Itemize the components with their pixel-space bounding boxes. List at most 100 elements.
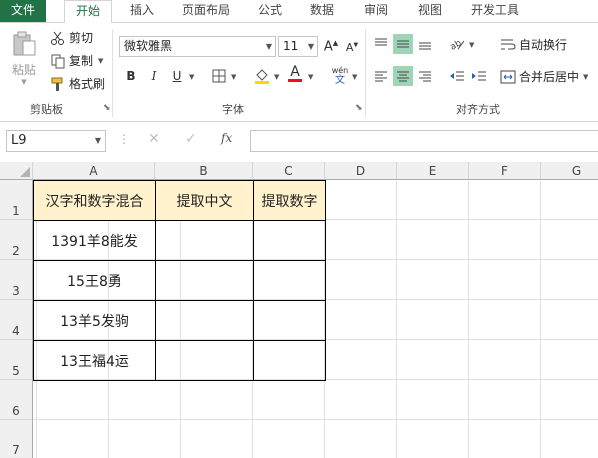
decrease-indent-button[interactable] bbox=[447, 66, 467, 86]
column-header-d[interactable]: D bbox=[325, 162, 397, 180]
grow-font-button[interactable]: A▲ bbox=[321, 37, 341, 57]
cell-a1[interactable]: 汉字和数字混合 bbox=[33, 180, 156, 221]
column-header-b[interactable]: B bbox=[155, 162, 253, 180]
font-color-dropdown-icon[interactable]: ▼ bbox=[308, 73, 313, 81]
align-middle-button[interactable] bbox=[393, 34, 413, 54]
paste-dropdown-caret[interactable]: ▼ bbox=[21, 78, 26, 86]
formula-input[interactable] bbox=[250, 130, 598, 152]
tab-data[interactable]: 数据 bbox=[302, 0, 342, 22]
row-header-7[interactable]: 7 bbox=[0, 420, 33, 458]
cell-b3[interactable] bbox=[155, 260, 254, 301]
phonetic-dropdown-icon[interactable]: ▼ bbox=[352, 73, 357, 81]
shrink-font-button[interactable]: A▼ bbox=[342, 37, 362, 57]
tab-review[interactable]: 审阅 bbox=[356, 0, 396, 22]
row-header-2[interactable]: 2 bbox=[0, 220, 33, 260]
font-name-dropdown-icon: ▼ bbox=[265, 42, 272, 51]
copy-button[interactable]: 复制 ▼ bbox=[50, 52, 103, 69]
borders-button[interactable] bbox=[209, 66, 229, 86]
font-size-select[interactable]: 11 ▼ bbox=[278, 36, 318, 57]
bold-button[interactable]: B bbox=[121, 66, 141, 86]
align-center-button[interactable] bbox=[393, 66, 413, 86]
formula-bar-grip-icon: ⋮ bbox=[118, 132, 130, 146]
formula-bar: L9 ▼ ⋮ ✕ ✓ fx bbox=[0, 122, 598, 158]
cell-b5[interactable] bbox=[155, 340, 254, 381]
insert-function-button[interactable]: fx bbox=[221, 131, 232, 145]
enter-icon[interactable]: ✓ bbox=[185, 131, 197, 147]
clipboard-launcher-icon[interactable]: ⬊ bbox=[103, 103, 111, 113]
select-all-icon bbox=[20, 167, 30, 177]
name-box-value: L9 bbox=[11, 133, 27, 148]
orientation-button[interactable]: ab bbox=[447, 34, 467, 54]
align-left-button[interactable] bbox=[371, 66, 391, 86]
tab-formulas[interactable]: 公式 bbox=[250, 0, 290, 22]
cell-c2[interactable] bbox=[253, 220, 326, 261]
row-header-label: 5 bbox=[12, 364, 20, 378]
cell-b1[interactable]: 提取中文 bbox=[155, 180, 254, 221]
borders-dropdown-icon[interactable]: ▼ bbox=[231, 73, 236, 81]
cell-a4[interactable]: 13羊5发驹 bbox=[33, 300, 156, 341]
merge-center-button[interactable]: 合并后居中 ▼ bbox=[500, 68, 588, 85]
fill-color-button[interactable] bbox=[252, 66, 272, 86]
align-middle-icon bbox=[397, 40, 409, 48]
name-box[interactable]: L9 ▼ bbox=[6, 130, 106, 152]
tab-file[interactable]: 文件 bbox=[0, 0, 46, 22]
cell-c3[interactable] bbox=[253, 260, 326, 301]
merge-center-icon bbox=[500, 70, 516, 83]
underline-button[interactable]: U bbox=[167, 66, 187, 86]
tab-insert[interactable]: 插入 bbox=[120, 0, 164, 22]
wrap-text-label: 自动换行 bbox=[519, 38, 568, 52]
orientation-dropdown-icon[interactable]: ▼ bbox=[469, 41, 474, 49]
cell-b4[interactable] bbox=[155, 300, 254, 341]
increase-indent-icon bbox=[472, 71, 486, 81]
cell-c1[interactable]: 提取数字 bbox=[253, 180, 326, 221]
copy-dropdown-caret[interactable]: ▼ bbox=[98, 57, 103, 65]
paste-button[interactable]: 粘贴 ▼ bbox=[8, 31, 40, 86]
tab-home[interactable]: 开始 bbox=[64, 0, 112, 23]
cell-c5[interactable] bbox=[253, 340, 326, 381]
select-all-corner[interactable] bbox=[0, 162, 33, 180]
row-header-6[interactable]: 6 bbox=[0, 380, 33, 420]
spreadsheet-grid[interactable]: A B C D E F G 1 2 3 4 5 6 7 汉字和数字混合 提取中文… bbox=[0, 162, 598, 458]
cut-button[interactable]: 剪切 bbox=[50, 29, 93, 46]
column-header-a[interactable]: A bbox=[33, 162, 155, 180]
align-right-button[interactable] bbox=[415, 66, 435, 86]
paste-label: 粘贴 bbox=[11, 63, 36, 77]
phonetic-guide-button[interactable]: wén 文 bbox=[330, 63, 350, 89]
align-bottom-icon bbox=[419, 42, 431, 50]
tab-developer[interactable]: 开发工具 bbox=[464, 0, 526, 22]
font-launcher-icon[interactable]: ⬊ bbox=[355, 103, 363, 113]
format-painter-button[interactable]: 格式刷 bbox=[50, 75, 105, 92]
font-size-value: 11 bbox=[283, 39, 299, 53]
row-header-5[interactable]: 5 bbox=[0, 340, 33, 380]
cell-a3[interactable]: 15王8勇 bbox=[33, 260, 156, 301]
fill-color-dropdown-icon[interactable]: ▼ bbox=[274, 73, 279, 81]
font-name-select[interactable]: 微软雅黑 ▼ bbox=[119, 36, 276, 57]
column-header-e[interactable]: E bbox=[397, 162, 469, 180]
merge-dropdown-icon[interactable]: ▼ bbox=[583, 73, 588, 81]
ribbon-tab-bar: 文件 开始 插入 页面布局 公式 数据 审阅 视图 开发工具 bbox=[0, 0, 598, 23]
row-header-label: 4 bbox=[12, 324, 20, 338]
row-header-1[interactable]: 1 bbox=[0, 180, 33, 220]
cell-a2[interactable]: 1391羊8能发 bbox=[33, 220, 156, 261]
align-bottom-button[interactable] bbox=[415, 34, 435, 54]
underline-dropdown-icon[interactable]: ▼ bbox=[189, 73, 194, 81]
cancel-icon[interactable]: ✕ bbox=[148, 131, 160, 147]
column-header-c[interactable]: C bbox=[253, 162, 325, 180]
column-header-g[interactable]: G bbox=[541, 162, 598, 180]
increase-indent-button[interactable] bbox=[469, 66, 489, 86]
font-group-label: 字体 bbox=[222, 103, 244, 116]
row-header-4[interactable]: 4 bbox=[0, 300, 33, 340]
cell-b2[interactable] bbox=[155, 220, 254, 261]
align-top-button[interactable] bbox=[371, 34, 391, 54]
tab-view[interactable]: 视图 bbox=[410, 0, 450, 22]
italic-button[interactable]: I bbox=[144, 66, 164, 86]
font-color-button[interactable]: A bbox=[285, 64, 305, 84]
cell-a5[interactable]: 13王福4运 bbox=[33, 340, 156, 381]
wrap-text-button[interactable]: 自动换行 bbox=[500, 36, 567, 53]
column-header-f[interactable]: F bbox=[469, 162, 541, 180]
row-header-label: 3 bbox=[12, 284, 20, 298]
row-header-label: 7 bbox=[12, 443, 20, 457]
cell-c4[interactable] bbox=[253, 300, 326, 341]
row-header-3[interactable]: 3 bbox=[0, 260, 33, 300]
tab-page-layout[interactable]: 页面布局 bbox=[175, 0, 237, 22]
